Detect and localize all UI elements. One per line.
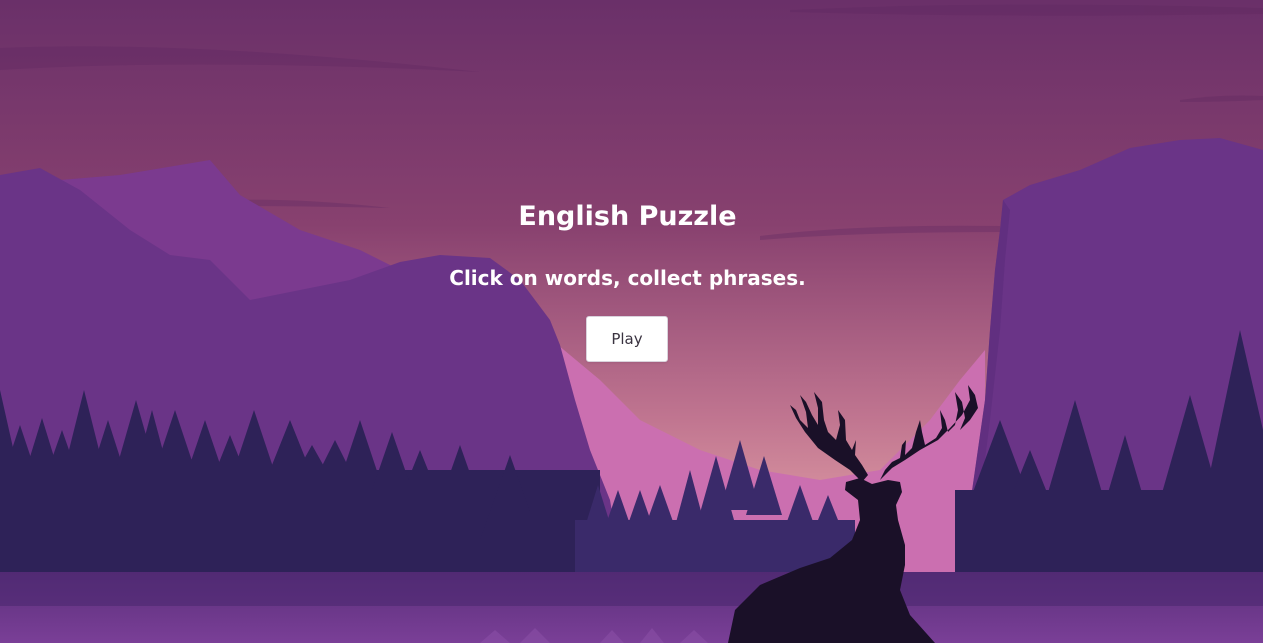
- start-screen: English Puzzle Click on words, collect p…: [0, 0, 1263, 643]
- game-title: English Puzzle: [518, 201, 737, 232]
- game-subtitle: Click on words, collect phrases.: [449, 266, 806, 290]
- play-button[interactable]: Play: [586, 316, 668, 362]
